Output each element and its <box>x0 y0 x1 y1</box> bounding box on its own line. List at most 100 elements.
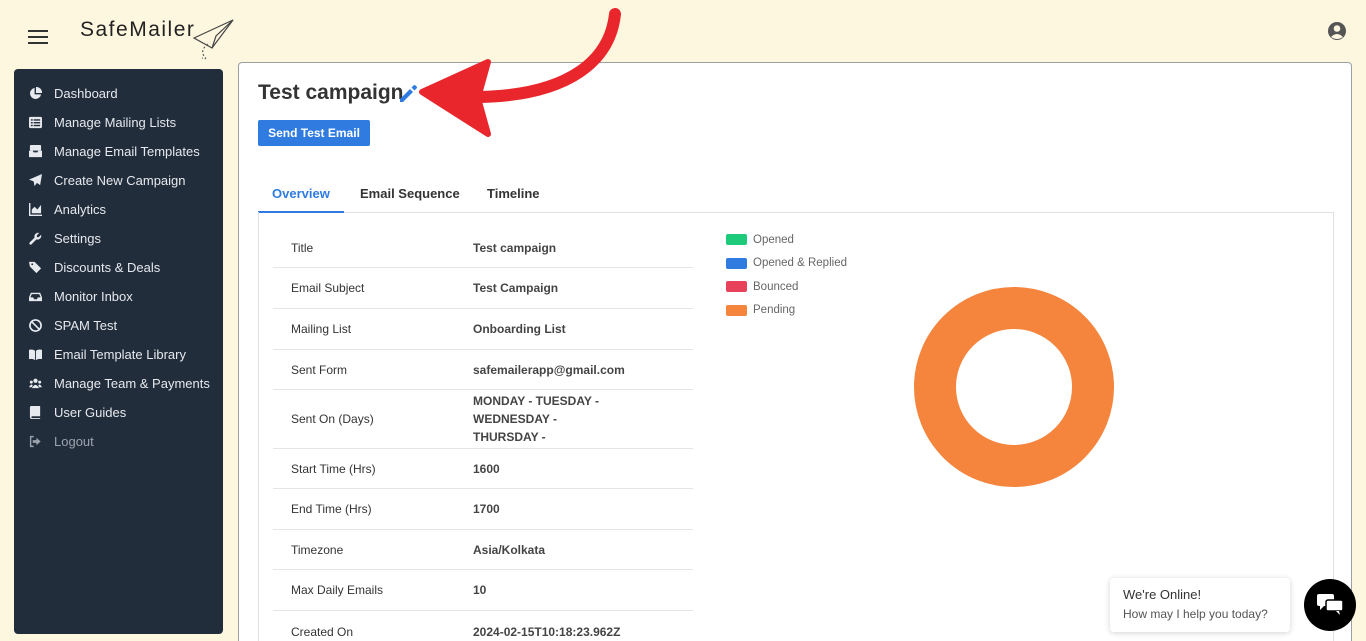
row-label: Sent Form <box>291 362 348 377</box>
ban-icon <box>28 319 42 333</box>
sidebar-item-label: Manage Mailing Lists <box>54 115 177 130</box>
tab-email-sequence[interactable]: Email Sequence <box>346 177 474 213</box>
sidebar-item-monitor-inbox[interactable]: Monitor Inbox <box>14 282 223 311</box>
sidebar-item-team-payments[interactable]: Manage Team & Payments <box>14 369 223 398</box>
sidebar-item-label: User Guides <box>54 405 127 420</box>
status-doughnut-chart <box>914 287 1114 487</box>
chat-title: We're Online! <box>1123 587 1202 602</box>
row-value: 1700 <box>473 502 500 516</box>
legend-swatch <box>726 257 747 269</box>
row-value: Onboarding List <box>473 322 566 336</box>
annotation-arrow <box>419 8 621 137</box>
table-row: Timezone Asia/Kolkata <box>273 530 693 570</box>
doughnut-slice-pending[interactable] <box>914 287 1114 487</box>
row-value: MONDAY - TUESDAY - WEDNESDAY - THURSDAY … <box>473 394 600 444</box>
paper-plane-logo-icon <box>192 19 234 60</box>
user-account-icon[interactable] <box>1327 21 1347 41</box>
legend-item-bounced[interactable]: Bounced <box>726 275 847 299</box>
sidebar-item-label: Logout <box>54 434 94 449</box>
pie-chart-icon <box>28 87 42 101</box>
legend-swatch <box>726 234 747 246</box>
list-icon <box>28 116 42 130</box>
send-test-email-button[interactable]: Send Test Email <box>258 120 370 146</box>
sidebar-item-label: Email Template Library <box>54 347 186 362</box>
app-logo[interactable]: SafeMailer <box>80 18 195 42</box>
sidebar-item-label: Discounts & Deals <box>54 260 161 275</box>
top-bar: SafeMailer <box>0 0 1366 64</box>
sidebar-item-label: Dashboard <box>54 86 118 101</box>
page-title: Test campaign <box>258 81 404 104</box>
row-label: Sent On (Days) <box>291 412 374 426</box>
sidebar-item-label: SPAM Test <box>54 318 118 333</box>
chat-prompt-bubble[interactable]: We're Online! How may I help you today? <box>1110 578 1290 632</box>
sidebar-item-settings[interactable]: Settings <box>14 224 223 253</box>
campaign-tabs: Overview Email Sequence Timeline <box>258 177 1334 213</box>
legend-swatch <box>726 281 747 293</box>
row-value: Asia/Kolkata <box>473 542 546 557</box>
legend-item-opened[interactable]: Opened <box>726 228 847 252</box>
sidebar-item-email-templates[interactable]: Manage Email Templates <box>14 137 223 166</box>
inbox-icon <box>28 145 42 159</box>
sidebar-item-label: Settings <box>54 231 101 246</box>
legend-label: Opened & Replied <box>753 257 847 270</box>
sidebar-item-label: Analytics <box>54 202 107 217</box>
row-label: Max Daily Emails <box>291 583 384 597</box>
table-row: Mailing List Onboarding List <box>273 309 693 350</box>
sidebar-item-analytics[interactable]: Analytics <box>14 195 223 224</box>
sidebar-item-mailing-lists[interactable]: Manage Mailing Lists <box>14 108 223 137</box>
chat-bubbles-icon <box>1317 594 1343 615</box>
sidebar: Dashboard Manage Mailing Lists Manage Em… <box>14 69 223 634</box>
legend-item-opened-replied[interactable]: Opened & Replied <box>726 252 847 276</box>
hamburger-menu-icon[interactable] <box>28 30 48 44</box>
tags-icon <box>28 261 42 275</box>
sidebar-item-spam-test[interactable]: SPAM Test <box>14 311 223 340</box>
users-icon <box>28 377 42 391</box>
campaign-details-table: Title Test campaign Email Subject Test C… <box>273 228 693 641</box>
row-label: Title <box>291 240 314 255</box>
sidebar-item-label: Manage Email Templates <box>54 144 200 159</box>
row-value: 2024-02-15T10:18:23.962Z <box>473 624 621 639</box>
chat-launcher-button[interactable] <box>1304 579 1356 631</box>
chat-subtitle: How may I help you today? <box>1123 607 1268 621</box>
table-row: Max Daily Emails 10 <box>273 570 693 611</box>
row-value: 1600 <box>473 461 500 476</box>
row-label: End Time (Hrs) <box>291 502 372 516</box>
sidebar-item-discounts[interactable]: Discounts & Deals <box>14 253 223 282</box>
legend-label: Opened <box>753 233 794 246</box>
legend-swatch <box>726 304 747 316</box>
sidebar-item-create-campaign[interactable]: Create New Campaign <box>14 166 223 195</box>
area-chart-icon <box>28 203 42 217</box>
table-row: Start Time (Hrs) 1600 <box>273 449 693 489</box>
table-row: Email Subject Test Campaign <box>273 268 693 309</box>
legend-label: Bounced <box>753 280 799 293</box>
tab-overview[interactable]: Overview <box>258 177 344 213</box>
row-value: Test campaign <box>473 240 557 255</box>
wrench-icon <box>28 232 42 246</box>
paper-plane-icon <box>28 174 42 188</box>
book-icon <box>28 348 42 362</box>
sidebar-item-label: Monitor Inbox <box>54 289 133 304</box>
sidebar-item-user-guides[interactable]: User Guides <box>14 398 223 427</box>
tray-icon <box>28 290 42 304</box>
chart-legend: Opened Opened & Replied Bounced Pending <box>726 228 847 322</box>
table-row: End Time (Hrs) 1700 <box>273 489 693 530</box>
sidebar-item-logout[interactable]: Logout <box>14 427 223 456</box>
row-label: Email Subject <box>291 281 365 295</box>
sidebar-item-template-library[interactable]: Email Template Library <box>14 340 223 369</box>
table-row: Sent On (Days) MONDAY - TUESDAY - WEDNES… <box>273 390 693 449</box>
tab-timeline[interactable]: Timeline <box>473 177 554 213</box>
legend-label: Pending <box>753 304 796 317</box>
row-value: 10 <box>473 583 487 597</box>
guide-book-icon <box>28 406 42 420</box>
sidebar-item-label: Manage Team & Payments <box>54 376 210 391</box>
row-label: Mailing List <box>291 322 352 336</box>
row-label: Created On <box>291 624 354 639</box>
row-value: safemailerapp@gmail.com <box>473 362 625 377</box>
sidebar-item-label: Create New Campaign <box>54 173 186 188</box>
table-row: Created On 2024-02-15T10:18:23.962Z <box>273 611 693 641</box>
legend-item-pending[interactable]: Pending <box>726 299 847 323</box>
table-row: Title Test campaign <box>273 228 693 268</box>
row-label: Timezone <box>291 542 344 557</box>
overview-panel: Title Test campaign Email Subject Test C… <box>258 212 1334 641</box>
sidebar-item-dashboard[interactable]: Dashboard <box>14 79 223 108</box>
